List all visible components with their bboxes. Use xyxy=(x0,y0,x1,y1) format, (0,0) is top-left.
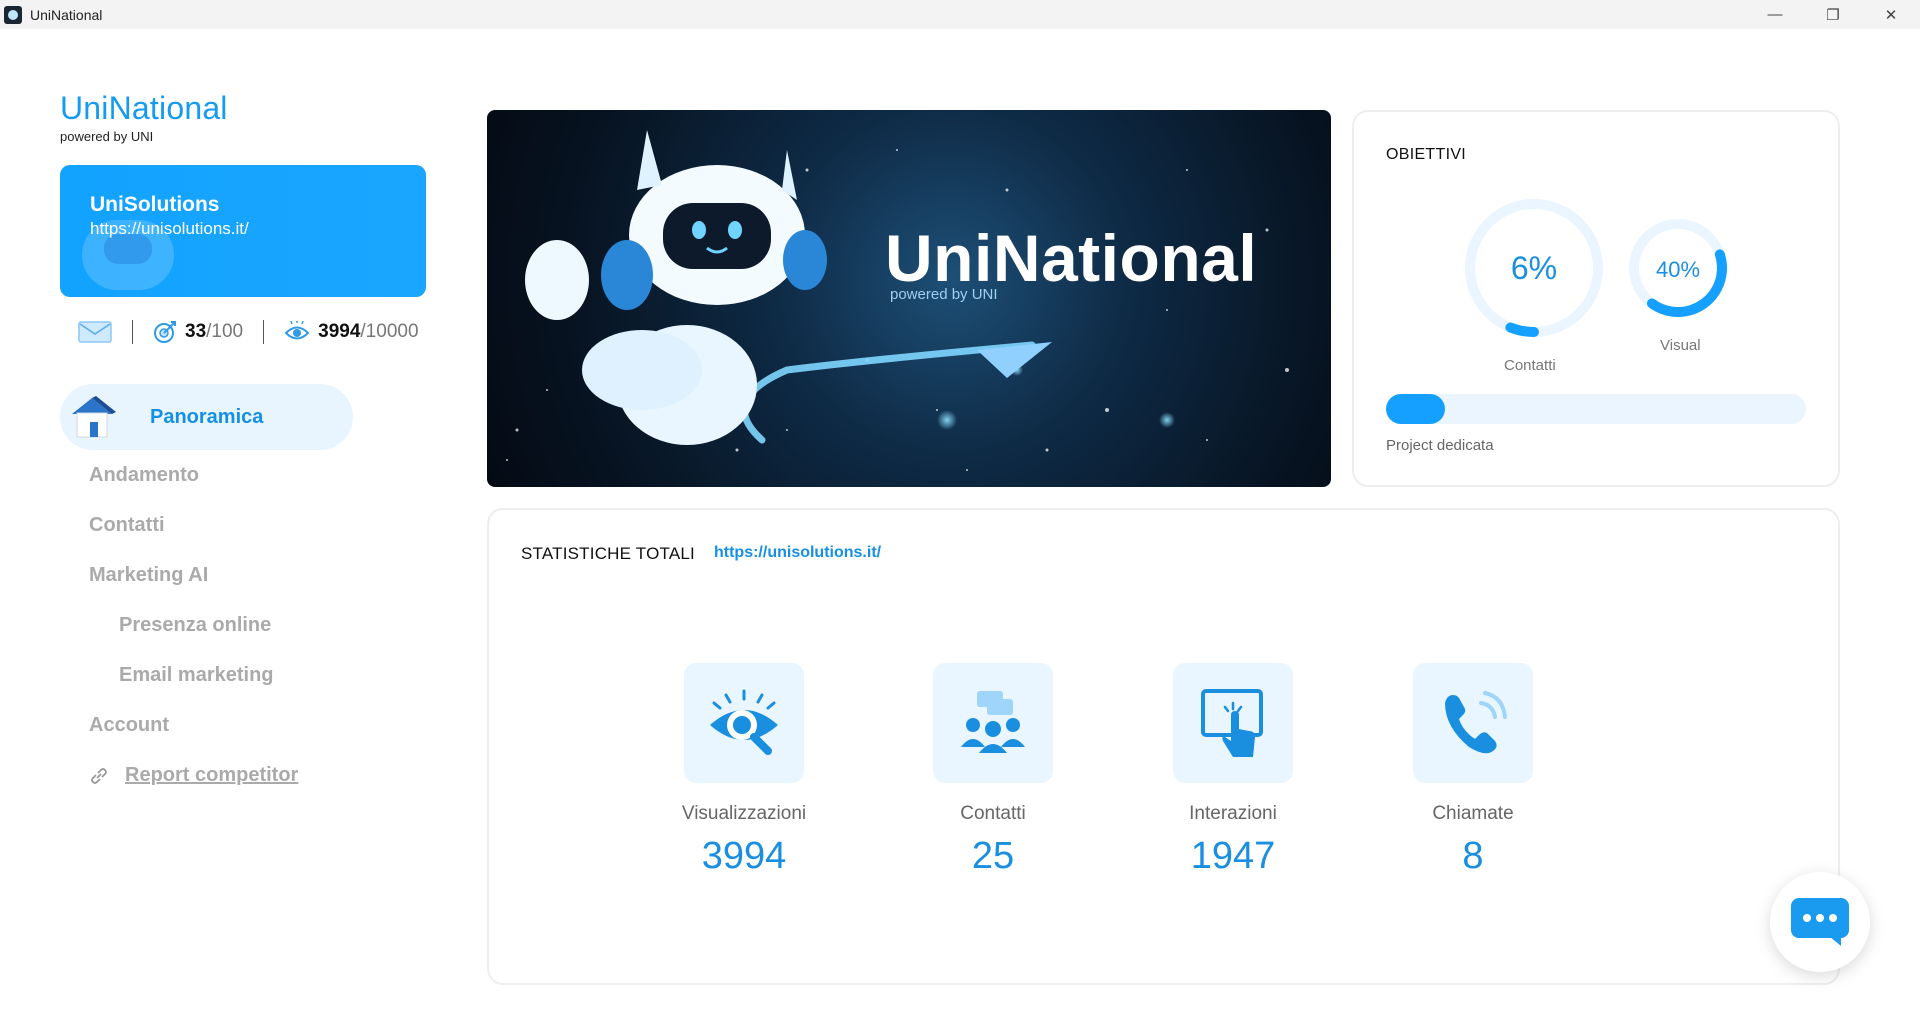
window-title: UniNational xyxy=(30,6,103,23)
minimize-button[interactable]: — xyxy=(1746,0,1804,29)
project-progress-fill xyxy=(1386,394,1445,424)
app-icon xyxy=(4,5,22,24)
contatti-gauge-label: Contatti xyxy=(1504,357,1556,374)
views-count: 3994 xyxy=(318,321,361,342)
visual-gauge: 40% xyxy=(1629,219,1727,317)
brand: UniNational powered by UNI xyxy=(60,90,228,144)
house-icon xyxy=(68,394,120,440)
touch-screen-icon xyxy=(1201,689,1263,757)
nav-label-report-competitor: Report competitor xyxy=(125,764,299,786)
metric-label: Contatti xyxy=(960,803,1026,824)
nav-item-email-marketing[interactable]: Email marketing xyxy=(119,664,274,687)
metric-value: 3994 xyxy=(701,835,787,877)
contacts-max: /100 xyxy=(206,321,244,342)
totals-site-link[interactable]: https://unisolutions.it/ xyxy=(714,544,881,562)
nav-item-contatti[interactable]: Contatti xyxy=(89,514,165,537)
metric-label: Chiamate xyxy=(1432,803,1514,824)
site-card-url: https://unisolutions.it/ xyxy=(90,219,249,238)
link-icon xyxy=(91,767,107,784)
target-icon xyxy=(154,321,176,343)
phone-icon xyxy=(1445,691,1507,754)
contacts-counter: 33/100 xyxy=(153,320,243,344)
nav-item-account[interactable]: Account xyxy=(89,714,169,737)
chat-button[interactable] xyxy=(1770,872,1870,972)
metric-visualizzazioni: Visualizzazioni 3994 xyxy=(644,663,844,878)
quick-stats: 33/100 3994/10000 xyxy=(78,318,419,346)
hero-subtitle: powered by UNI xyxy=(890,286,998,303)
eye-search-icon xyxy=(710,689,778,755)
mail-icon[interactable] xyxy=(78,321,112,343)
visual-gauge-label: Visual xyxy=(1660,337,1701,354)
restore-button[interactable]: ❐ xyxy=(1804,0,1862,29)
eye-icon xyxy=(284,321,310,340)
nav-item-presenza-online[interactable]: Presenza online xyxy=(119,614,271,637)
metric-value: 1947 xyxy=(1190,835,1276,877)
views-counter: 3994/10000 xyxy=(284,321,419,343)
totals-card: STATISTICHE TOTALI https://unisolutions.… xyxy=(487,508,1840,985)
nav-label-panoramica: Panoramica xyxy=(150,405,264,428)
metric-contatti: Contatti 25 xyxy=(893,663,1093,878)
divider xyxy=(132,320,133,344)
chat-bubble-icon xyxy=(1791,898,1849,946)
sidebar-nav: Panoramica Andamento Contatti Marketing … xyxy=(60,384,353,786)
project-progress-bar xyxy=(1386,394,1806,424)
window-controls: — ❐ ✕ xyxy=(1746,0,1920,29)
people-chat-icon xyxy=(961,691,1025,753)
nav-item-report-competitor[interactable]: Report competitor xyxy=(89,764,298,787)
metric-value: 8 xyxy=(1462,835,1484,877)
views-max: /10000 xyxy=(360,321,419,342)
metric-tile xyxy=(684,663,804,783)
metric-tile xyxy=(1173,663,1293,783)
close-button[interactable]: ✕ xyxy=(1862,0,1920,29)
metric-label: Interazioni xyxy=(1189,803,1277,824)
visual-gauge-value: 40% xyxy=(1656,257,1700,282)
nav-item-panoramica[interactable]: Panoramica xyxy=(60,384,353,450)
metric-value: 25 xyxy=(971,835,1015,877)
contatti-gauge: 6% xyxy=(1465,199,1603,337)
project-progress-label: Project dedicata xyxy=(1386,437,1494,454)
site-card-title: UniSolutions xyxy=(90,193,220,216)
nav-item-marketing-ai[interactable]: Marketing AI xyxy=(89,564,208,587)
contacts-count: 33 xyxy=(185,321,207,342)
title-bar: UniNational — ❐ ✕ xyxy=(0,0,1920,29)
brand-name: UniNational xyxy=(60,90,228,126)
divider xyxy=(263,320,265,344)
hero-banner: UniNational powered by UNI xyxy=(487,110,1331,487)
hero-title: UniNational xyxy=(885,221,1258,295)
goals-card: OBIETTIVI 6% Contatti 40% Visual Project… xyxy=(1352,110,1840,487)
nav-item-andamento[interactable]: Andamento xyxy=(89,464,199,487)
metric-interazioni: Interazioni 1947 xyxy=(1133,663,1333,878)
metric-tile xyxy=(1413,663,1533,783)
goals-title: OBIETTIVI xyxy=(1386,146,1467,163)
contatti-gauge-value: 6% xyxy=(1511,250,1557,286)
totals-title: STATISTICHE TOTALI xyxy=(521,544,695,563)
metric-label: Visualizzazioni xyxy=(681,803,807,824)
site-card[interactable]: UniSolutions https://unisolutions.it/ xyxy=(60,165,426,297)
metric-chiamate: Chiamate 8 xyxy=(1373,663,1573,878)
metric-tile xyxy=(933,663,1053,783)
brand-subtitle: powered by UNI xyxy=(60,129,154,144)
